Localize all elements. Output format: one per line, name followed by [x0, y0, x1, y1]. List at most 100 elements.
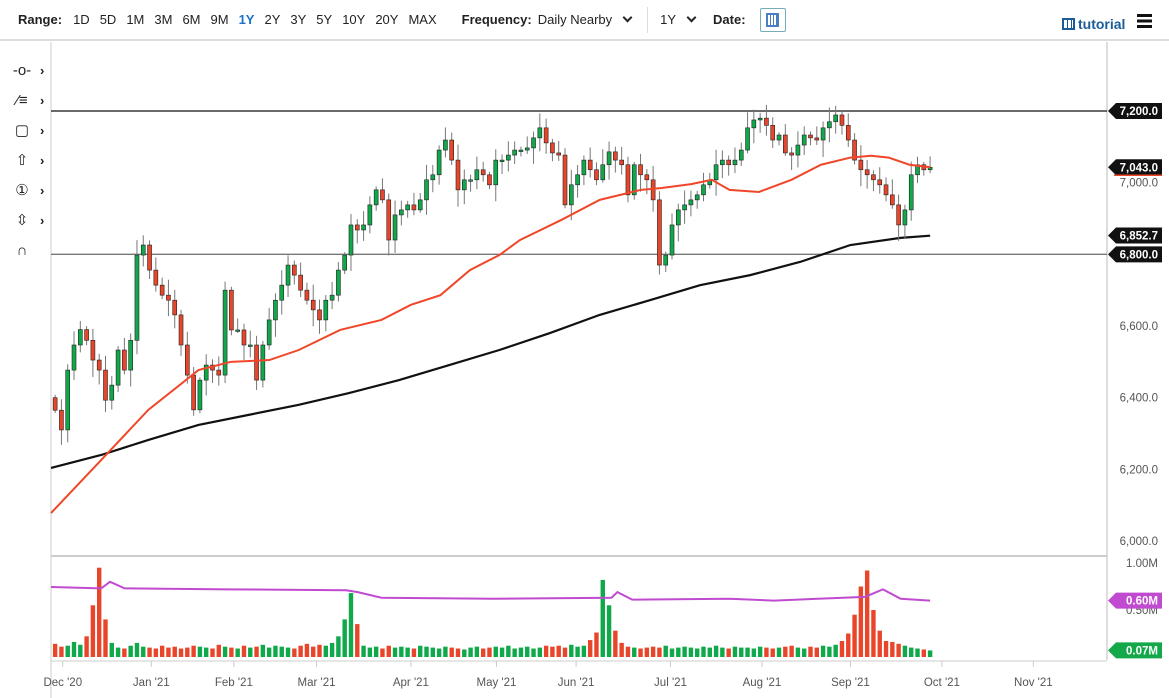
candle-body — [462, 180, 466, 190]
volume-bar — [248, 648, 252, 657]
volume-bar — [380, 649, 384, 657]
tag-label: 0.60M — [1126, 596, 1158, 608]
candle-body — [777, 135, 781, 140]
measure-tool-icon: ⇳ — [10, 211, 34, 229]
x-tick-label: Oct '21 — [924, 677, 960, 689]
candle-body — [273, 300, 277, 320]
chevron-right-icon[interactable]: › — [40, 93, 44, 108]
candle-body — [500, 160, 504, 162]
candle-body — [148, 245, 152, 270]
candle-body — [676, 210, 680, 225]
candle-body — [532, 138, 536, 148]
candle-body — [437, 150, 441, 175]
tool-fibonacci-tool[interactable]: ⁄≡› — [0, 85, 50, 115]
volume-bar — [191, 646, 195, 657]
candle-body — [878, 180, 882, 185]
volume-bar — [418, 646, 422, 657]
annotation-number-icon: ① — [10, 181, 34, 199]
x-tick-label: Feb '21 — [215, 677, 253, 689]
candle-body — [695, 195, 699, 200]
candle-body — [475, 170, 479, 180]
tag-last-price: 7,043.0 — [1108, 159, 1162, 175]
candle-body — [834, 115, 838, 122]
x-tick-label: Jun '21 — [558, 677, 595, 689]
volume-bar — [928, 650, 932, 657]
y-tick-label: 6,200.0 — [1120, 464, 1158, 476]
volume-bar — [286, 648, 290, 657]
candle-body — [626, 165, 630, 195]
tag-label: 0.07M — [1126, 645, 1158, 657]
chevron-right-icon[interactable]: › — [40, 63, 44, 78]
x-tick-label: Jul '21 — [654, 677, 687, 689]
volume-bar — [298, 646, 302, 657]
volume-bar — [468, 648, 472, 657]
volume-bar — [97, 568, 101, 657]
candle-body — [154, 270, 158, 285]
volume-bar — [676, 648, 680, 657]
candle-body — [764, 118, 768, 125]
volume-bar — [217, 645, 221, 657]
candle-body — [173, 300, 177, 315]
chevron-right-icon[interactable]: › — [40, 183, 44, 198]
tool-arrow-up-tool[interactable]: ⇧› — [0, 145, 50, 175]
chevron-right-icon[interactable]: › — [40, 153, 44, 168]
tool-annotation-number[interactable]: ①› — [0, 175, 50, 205]
candle-body — [689, 200, 693, 205]
candle-body — [355, 225, 359, 230]
volume-bar — [84, 636, 88, 657]
candle-body — [236, 330, 240, 332]
candle-body — [664, 255, 668, 265]
volume-bar — [437, 649, 441, 657]
volume-bar — [141, 647, 145, 657]
volume-bar — [544, 646, 548, 657]
tool-rectangle-tool[interactable]: ▢› — [0, 115, 50, 145]
volume-bar — [619, 643, 623, 657]
volume-bar — [122, 649, 126, 657]
volume-bar — [613, 631, 617, 657]
candle-body — [871, 175, 875, 180]
volume-bar — [412, 649, 416, 657]
candle-body — [720, 160, 724, 165]
candle-body — [790, 153, 794, 155]
candle-body — [487, 175, 491, 185]
tool-measure-tool[interactable]: ⇳› — [0, 205, 50, 235]
volume-bar — [160, 646, 164, 657]
volume-bar — [292, 649, 296, 657]
candle-body — [66, 370, 70, 430]
candle-body — [103, 370, 107, 400]
volume-ma-line — [51, 582, 930, 601]
candle-body — [506, 155, 510, 160]
candle-body — [563, 155, 567, 205]
volume-bar — [147, 648, 151, 657]
candle-body — [897, 205, 901, 225]
price-chart[interactable]: 6,000.06,200.06,400.06,600.07,000.01.00M… — [0, 0, 1169, 698]
volume-bar — [670, 649, 674, 657]
tool-magnet[interactable]: ∩ — [0, 235, 50, 265]
volume-bar — [588, 640, 592, 657]
volume-bar — [657, 648, 661, 657]
candle-body — [821, 128, 825, 140]
volume-bar — [550, 647, 554, 657]
volume-bar — [78, 645, 82, 657]
volume-bar — [777, 648, 781, 657]
candle-body — [406, 205, 410, 210]
candle-body — [179, 315, 183, 345]
candle-body — [85, 330, 89, 341]
volume-bar — [752, 649, 756, 657]
volume-bar — [361, 646, 365, 657]
candle-body — [594, 170, 598, 180]
candle-body — [733, 160, 737, 165]
volume-bar — [714, 646, 718, 657]
volume-bar — [575, 647, 579, 657]
candle-body — [242, 330, 246, 345]
chevron-right-icon[interactable]: › — [40, 123, 44, 138]
tag-ma200: 6,852.7 — [1108, 227, 1162, 243]
volume-bar — [110, 643, 114, 657]
candle-body — [110, 385, 114, 400]
volume-bar — [342, 619, 346, 657]
chevron-right-icon[interactable]: › — [40, 213, 44, 228]
volume-bar — [305, 644, 309, 657]
tool-line-tool[interactable]: -o-› — [0, 55, 50, 85]
y-tick-label: 7,000.0 — [1120, 178, 1158, 190]
volume-bar — [815, 648, 819, 657]
